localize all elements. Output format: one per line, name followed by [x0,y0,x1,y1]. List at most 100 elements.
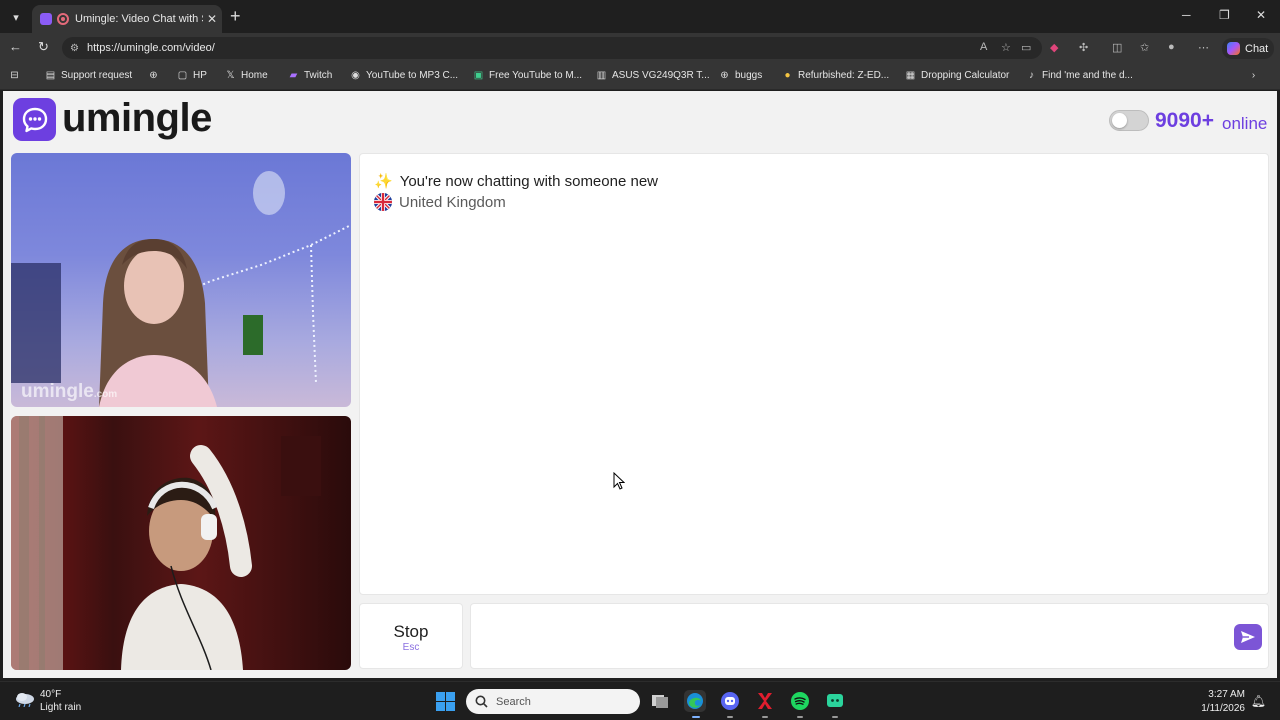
video-watermark: umingle.com [21,381,118,402]
globe-icon: ⊕ [149,70,158,81]
chat-intro-text: You're now chatting with someone new [399,172,658,190]
tab-list-button[interactable]: ▾ [6,7,26,27]
online-count: 9090+ [1155,109,1214,132]
sparkles-icon: ✨ [374,173,393,190]
edge-active-indicator [692,716,700,718]
site-icon: ◉ [351,70,360,81]
x-icon: 𝕏 [226,70,235,81]
bookmarks-overflow-icon[interactable]: › [1248,70,1259,81]
bookmark-tiktok[interactable]: ♪ Find 'me and the d... [1026,70,1133,81]
site-icon: ● [784,70,791,81]
stop-button[interactable]: Stop Esc [359,603,463,669]
bookmark-free-youtube[interactable]: ▣ Free YouTube to M... [473,70,582,81]
stop-shortcut-hint: Esc [402,642,420,653]
chat-bubble-icon [22,107,47,132]
sidebar-toggle-icon[interactable]: ⊟ [9,70,20,81]
bookmark-refurbished[interactable]: ● Refurbished: Z-ED... [782,70,889,81]
site-info-icon[interactable]: ⚙ [70,43,79,54]
rain-cloud-icon[interactable] [14,691,36,707]
close-tab-icon[interactable]: ✕ [207,12,217,26]
profile-icon[interactable]: ● [1168,41,1175,53]
reload-icon[interactable]: ↻ [38,39,49,55]
edge-browser-icon[interactable] [684,690,706,712]
site-logo-text[interactable]: umingle [62,96,212,141]
red-x-app-icon[interactable] [754,690,776,712]
partner-country: United Kingdom [374,193,506,211]
bookmark-support-request[interactable]: ▤ Support request [45,70,132,81]
chat-intro-message: ✨ You're now chatting with someone new [374,172,658,191]
bookmark-buggs[interactable]: ⊕ buggs [719,70,762,81]
bookmark-globe[interactable]: ⊕ [148,70,159,81]
country-name: United Kingdom [399,193,506,211]
tab-title: Umingle: Video Chat with Stra [75,13,203,25]
weather-temperature[interactable]: 40°F [40,689,61,700]
doc-icon: ▤ [45,70,56,81]
close-window-icon[interactable]: ✕ [1256,8,1266,22]
task-view-icon[interactable] [649,690,671,712]
windows-start-icon[interactable] [436,692,455,711]
theme-toggle[interactable] [1109,110,1149,131]
favorite-star-icon[interactable]: ☆ [1001,41,1011,54]
new-tab-icon[interactable]: + [230,6,241,27]
bookmarks-bar: ⊟ ▤ Support request ⊕ ▢ HP 𝕏 Home ▰ Twitch ◉… [0,63,1280,90]
stranger-video: umingle.com [11,153,351,407]
message-input[interactable] [470,603,1269,669]
search-icon [475,695,488,708]
address-toolbar: ← ↻ ⚙ https://umingle.com/video/ A ☆ ▭ ◆… [0,33,1280,63]
spotify-icon[interactable] [789,690,811,712]
uk-flag-icon [374,193,392,211]
split-screen-icon[interactable]: ◫ [1112,41,1122,54]
notification-bell-icon[interactable]: 🔔︎ [1251,694,1266,708]
windows-taskbar: 40°F Light rain Search 3:27 AM 1/11/2026… [0,681,1280,720]
calculator-icon: ▦ [905,70,916,81]
taskbar-search[interactable]: Search [466,689,640,714]
umingle-logo-icon[interactable] [13,98,56,141]
red-x-app-indicator [762,716,768,718]
site-icon: ▣ [473,70,484,81]
weather-condition[interactable]: Light rain [40,702,81,713]
shield-extension-icon[interactable]: ◆ [1050,41,1058,54]
self-video [11,416,351,670]
send-button[interactable] [1234,624,1262,650]
umingle-page: umingle 9090+ online umingle.com ✨ You'r… [3,91,1277,678]
send-icon [1241,631,1255,643]
self-video-frame [11,416,321,670]
system-clock[interactable]: 3:27 AM 1/11/2026 [1201,688,1245,716]
chat-log: ✨ You're now chatting with someone new U… [359,153,1269,595]
back-icon[interactable]: ← [9,39,22,54]
bookmark-hp[interactable]: ▢ HP [177,70,207,81]
restore-icon[interactable]: ❐ [1219,8,1230,22]
discord-icon[interactable] [719,690,741,712]
active-tab[interactable]: Umingle: Video Chat with Stra ✕ [32,5,222,33]
stranger-video-frame [11,171,351,407]
clock-date: 1/11/2026 [1201,703,1245,714]
bookmark-youtube-mp3[interactable]: ◉ YouTube to MP3 C... [350,70,458,81]
twitch-icon: ▰ [289,70,298,81]
search-placeholder: Search [496,695,531,708]
url-text: https://umingle.com/video/ [86,42,215,54]
extensions-icon[interactable]: ✣ [1079,41,1088,54]
globe-icon: ⊕ [720,70,729,81]
minimize-icon[interactable]: ─ [1182,8,1191,22]
clock-time: 3:27 AM [1208,689,1245,700]
tiktok-icon: ♪ [1029,70,1034,81]
bookmark-twitch[interactable]: ▰ Twitch [288,70,333,81]
read-aloud-icon[interactable]: A [980,41,987,53]
spotify-indicator [797,716,803,718]
favorites-icon[interactable]: ✩ [1140,41,1149,54]
discord-indicator [727,716,733,718]
chat-button-label: Chat [1245,42,1269,55]
bookmark-asus[interactable]: ▥ ASUS VG249Q3R T... [596,70,710,81]
copilot-icon [1227,42,1240,55]
copilot-chat-button[interactable]: Chat [1222,38,1274,59]
bookmark-dropping-calculator[interactable]: ▦ Dropping Calculator [905,70,1010,81]
green-chat-app-icon[interactable] [824,690,846,712]
mouse-cursor-icon [613,472,625,490]
more-menu-icon[interactable]: ⋯ [1198,41,1209,54]
bookmark-home[interactable]: 𝕏 Home [225,70,267,81]
stop-label: Stop [393,622,429,641]
address-bar[interactable]: ⚙ https://umingle.com/video/ [62,37,1042,59]
umingle-favicon [40,13,52,25]
camera-icon[interactable]: ▭ [1021,41,1031,54]
site-icon: ▥ [596,70,607,81]
